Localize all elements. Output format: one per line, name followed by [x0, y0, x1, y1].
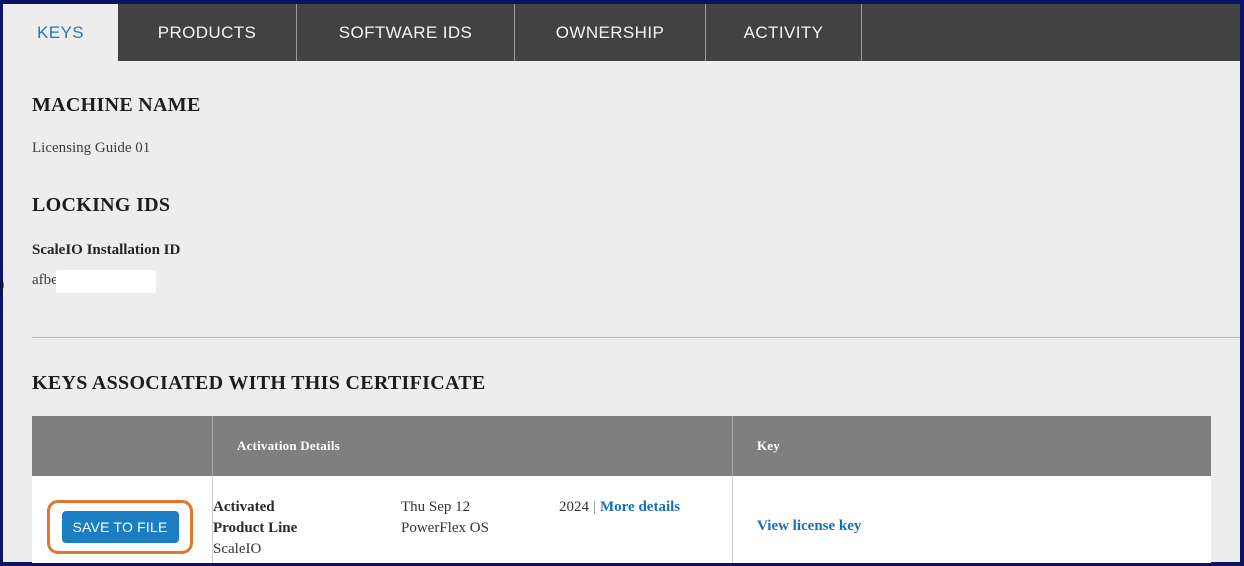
product-name: PowerFlex OS — [401, 520, 489, 536]
tab-software-ids[interactable]: SOFTWARE IDS — [297, 4, 515, 61]
tab-activity[interactable]: ACTIVITY — [706, 4, 862, 61]
section-divider — [32, 337, 1240, 338]
activation-year: 2024 — [559, 499, 589, 515]
keys-table-header: Activation Details Key — [32, 416, 1211, 476]
tab-keys[interactable]: KEYS — [3, 4, 118, 61]
keys-table: Activation Details Key SAVE TO FILE Acti… — [32, 416, 1211, 563]
installation-id-row: afbe — [32, 270, 1240, 294]
key-cell: View license key — [732, 476, 1211, 563]
product-line-label: Product Line — [213, 520, 298, 536]
activated-label: Activated — [213, 499, 275, 515]
page-content: MACHINE NAME Licensing Guide 01 LOCKING … — [3, 94, 1240, 563]
product-line-value: ScaleIO — [213, 541, 262, 557]
save-to-file-button[interactable]: SAVE TO FILE — [61, 511, 179, 543]
tab-bar: KEYS PRODUCTS SOFTWARE IDS OWNERSHIP ACT… — [3, 4, 1240, 61]
tab-bar-dark-section: PRODUCTS SOFTWARE IDS OWNERSHIP ACTIVITY — [118, 4, 1240, 61]
activation-details-cell: Activated Product Line ScaleIO Thu Sep 1… — [212, 476, 732, 563]
save-to-file-cell: SAVE TO FILE — [32, 476, 212, 563]
more-details-link[interactable]: More details — [600, 499, 680, 515]
installation-id-value: afbe — [32, 272, 58, 288]
locking-ids-heading: LOCKING IDS — [32, 194, 171, 216]
tab-products[interactable]: PRODUCTS — [118, 4, 297, 61]
header-key: Key — [732, 416, 1211, 476]
annotation-highlight-ring: SAVE TO FILE — [47, 500, 193, 554]
license-certificate-page: { "theme": { "border_navy": "#0d1363", "… — [0, 0, 1244, 566]
machine-name-heading: MACHINE NAME — [32, 94, 201, 116]
tab-bar-filler — [862, 4, 1240, 61]
redaction-box — [56, 270, 156, 293]
activation-date: Thu Sep 12 — [401, 499, 471, 515]
installation-id-label: ScaleIO Installation ID — [32, 242, 181, 258]
view-license-key-link[interactable]: View license key — [757, 518, 861, 534]
machine-name-value: Licensing Guide 01 — [32, 140, 151, 156]
activation-year-details: 2024 | More details — [559, 497, 732, 563]
activation-labels: Activated Product Line ScaleIO — [213, 497, 401, 563]
activation-values: Thu Sep 12 PowerFlex OS — [401, 497, 559, 563]
edge-artifact: ) — [0, 276, 4, 294]
tab-ownership[interactable]: OWNERSHIP — [515, 4, 706, 61]
keys-section-heading: KEYS ASSOCIATED WITH THIS CERTIFICATE — [32, 372, 486, 394]
table-row: SAVE TO FILE Activated Product Line Scal… — [32, 476, 1211, 563]
pipe-separator: | — [593, 499, 597, 515]
header-activation-details: Activation Details — [212, 416, 732, 476]
header-actions-column — [32, 416, 212, 476]
